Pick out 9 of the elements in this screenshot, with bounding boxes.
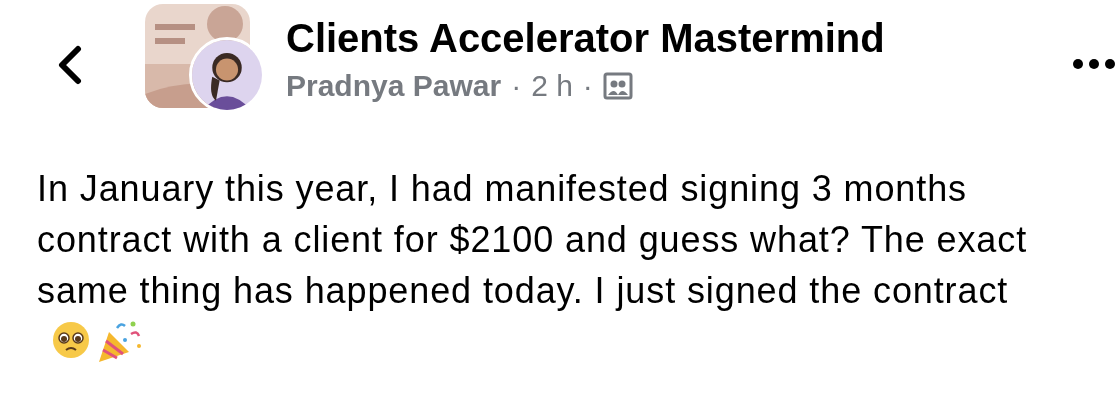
more-options-icon[interactable] — [1072, 58, 1117, 70]
post-time[interactable]: 2 h — [531, 66, 573, 106]
emoji-icon — [51, 320, 91, 360]
group-members-icon — [602, 72, 633, 100]
separator: · — [582, 68, 593, 104]
post-text: In January this year, I had manifested signing 3 months contract with a client for $2100 and guess what? The exact same thing has happened today. I just signed the contract — [37, 163, 1097, 367]
group-name[interactable]: Clients Accelerator Mastermind — [286, 12, 885, 64]
author-name[interactable]: Pradnya Pawar — [286, 66, 502, 106]
separator: · — [511, 68, 522, 104]
